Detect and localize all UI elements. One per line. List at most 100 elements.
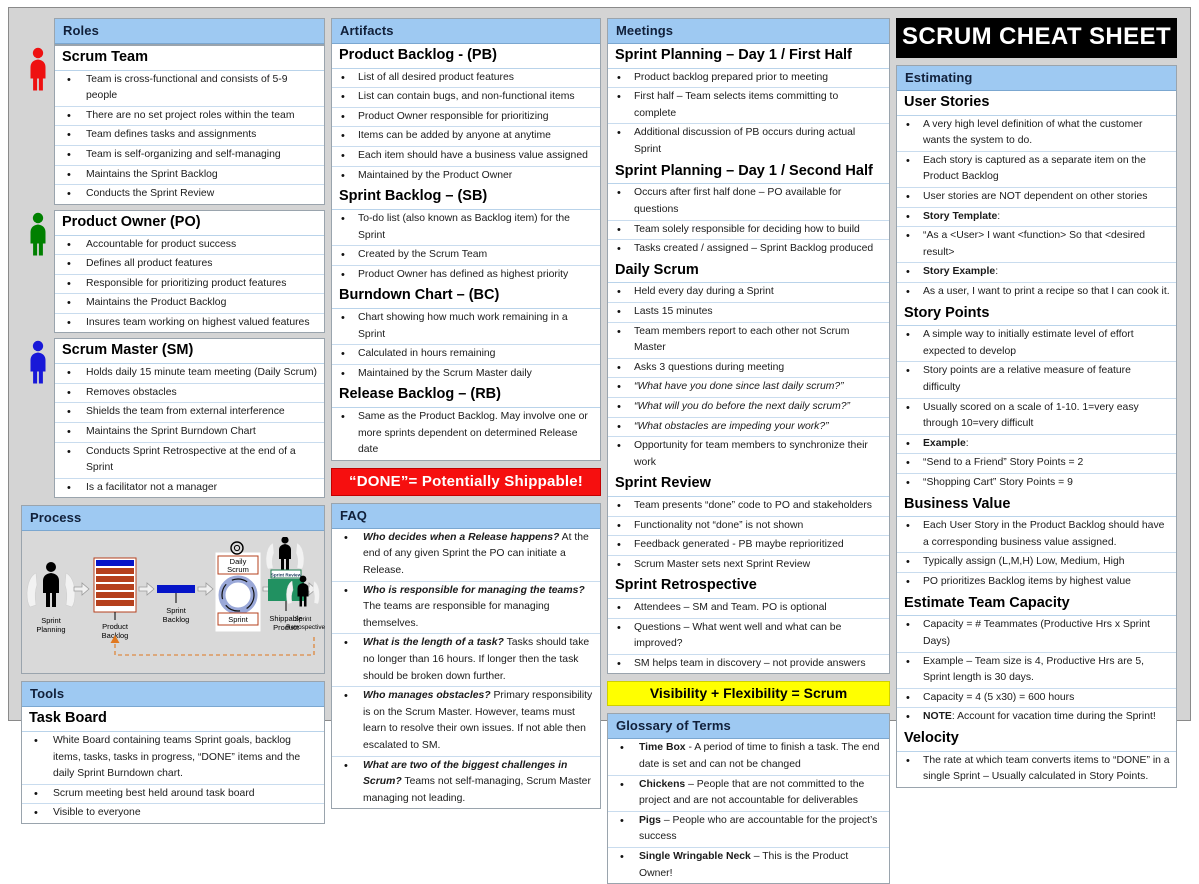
list-item: Who decides when a Release happens? At t… — [332, 528, 600, 582]
section-header-process: Process — [22, 506, 324, 532]
list-item: “Shopping Cart” Story Points = 9 — [897, 474, 1176, 493]
page-title: SCRUM CHEAT SHEET — [896, 18, 1177, 58]
list-item: Team defines tasks and assignments — [55, 126, 324, 147]
bullet-list: Product backlog prepared prior to meetin… — [608, 68, 889, 160]
section-header-estimating: Estimating — [897, 66, 1176, 91]
list-item: List can contain bugs, and non-functiona… — [332, 88, 600, 108]
role-group: Scrum Master (SM)Holds daily 15 minute t… — [21, 338, 325, 499]
bullet-list: A simple way to initially estimate level… — [897, 326, 1176, 493]
role-body: Scrum Master (SM)Holds daily 15 minute t… — [54, 338, 325, 499]
list-item: As a user, I want to print a recipe so t… — [897, 283, 1176, 302]
column-meetings-glossary: Meetings Sprint Planning – Day 1 / First… — [607, 18, 890, 884]
bullet-list: Occurs after first half done – PO availa… — [608, 184, 889, 259]
bullet-list: The rate at which team converts items to… — [897, 751, 1176, 787]
estimating-title-2: Story Points — [897, 301, 1176, 327]
list-item: Who is responsible for managing the team… — [332, 581, 600, 635]
section-header-tools: Tools — [22, 682, 324, 708]
list-item: Team presents “done” code to PO and stak… — [608, 496, 889, 517]
list-item: User stories are NOT dependent on other … — [897, 188, 1176, 208]
list-item: Responsible for prioritizing product fea… — [55, 274, 324, 295]
sprint-retrospective-figure — [286, 575, 320, 607]
list-item: NOTE: Account for vacation time during t… — [897, 708, 1176, 727]
artifact-title-3: Burndown Chart – (BC) — [332, 284, 600, 309]
list-item: Asks 3 questions during meeting — [608, 358, 889, 379]
banner-visibility-flexibility: Visibility + Flexibility = Scrum — [607, 681, 890, 707]
person-icon-blue — [21, 338, 54, 384]
list-item: Items can be added by anyone at anytime — [332, 127, 600, 148]
list-item: Maintained by the Scrum Master daily — [332, 364, 600, 384]
bullet-list: To-do list (also known as Backlog item) … — [332, 209, 600, 285]
bullet-list: Team presents “done” code to PO and stak… — [608, 496, 889, 575]
roles-group-list: Scrum TeamTeam is cross-functional and c… — [21, 45, 325, 499]
list-item: Who manages obstacles? Primary responsib… — [332, 687, 600, 757]
process-label-sprint-backlog: Sprint — [166, 606, 187, 615]
product-backlog-stack — [93, 557, 137, 613]
list-item: Same as the Product Backlog. May involve… — [332, 408, 600, 460]
meetings-section: Meetings Sprint Planning – Day 1 / First… — [607, 18, 890, 675]
bullet-list: Accountable for product successDefines a… — [55, 235, 324, 333]
role-body: Product Owner (PO)Accountable for produc… — [54, 209, 325, 334]
process-flow-svg: Sprint Planning Product Sprint Backlog D… — [26, 537, 317, 656]
artifact-title-1: Product Backlog - (PB) — [332, 44, 600, 69]
bullet-list: A very high level definition of what the… — [897, 115, 1176, 302]
list-item: Typically assign (L,M,H) Low, Medium, Hi… — [897, 553, 1176, 574]
list-item: Pigs – People who are accountable for th… — [608, 811, 889, 848]
list-item: Tasks created / assigned – Sprint Backlo… — [608, 240, 889, 259]
list-item: Held every day during a Sprint — [608, 283, 889, 303]
list-item: Team members report to each other not Sc… — [608, 322, 889, 359]
list-item: The rate at which team converts items to… — [897, 751, 1176, 787]
list-item: Usually scored on a scale of 1-10. 1=ver… — [897, 398, 1176, 435]
list-item: To-do list (also known as Backlog item) … — [332, 209, 600, 247]
subsection-title-1: Scrum Team — [55, 46, 324, 71]
process-label-sprint: Sprint — [228, 615, 249, 624]
sprint-cycle-group: Daily Scrum Sprint — [215, 541, 261, 632]
list-item: Calculated in hours remaining — [332, 345, 600, 365]
bullet-list: Same as the Product Backlog. May involve… — [332, 408, 600, 460]
list-item: Is a facilitator not a manager — [55, 478, 324, 498]
list-item: Team is self-organizing and self-managin… — [55, 146, 324, 166]
list-item: Each story is captured as a separate ite… — [897, 151, 1176, 189]
banner-done-shippable: “DONE”= Potentially Shippable! — [331, 467, 601, 496]
process-diagram: Sprint Planning Product Sprint Backlog D… — [22, 531, 325, 674]
column-artifacts-faq: Artifacts Product Backlog - (PB)List of … — [331, 18, 601, 810]
subsection-title-task-board: Task Board — [22, 707, 324, 732]
process-label-sprint-planning: Sprint — [41, 616, 62, 625]
section-header-faq: FAQ — [332, 503, 600, 529]
list-item: Team is cross-functional and consists of… — [55, 70, 324, 107]
list-item: Visible to everyone — [22, 804, 324, 823]
list-item: Scrum Master sets next Sprint Review — [608, 555, 889, 575]
svg-text:Planning: Planning — [36, 625, 65, 634]
feedback-loop-line — [114, 637, 315, 656]
roles-header-row: Roles — [21, 18, 325, 45]
list-item: Scrum meeting best held around task boar… — [22, 784, 324, 805]
glossary-item-list: Time Box - A period of time to finish a … — [608, 739, 889, 884]
faq-item-list: Who decides when a Release happens? At t… — [332, 528, 600, 809]
list-item: Removes obstacles — [55, 383, 324, 404]
list-item: Lasts 15 minutes — [608, 302, 889, 323]
list-item: Created by the Scrum Team — [332, 246, 600, 266]
estimating-title-3: Business Value — [897, 492, 1176, 518]
list-item: Product backlog prepared prior to meetin… — [608, 68, 889, 89]
subsection-title-2: Product Owner (PO) — [55, 210, 324, 236]
role-group: Scrum TeamTeam is cross-functional and c… — [21, 45, 325, 205]
list-item: Product Owner responsible for prioritizi… — [332, 107, 600, 128]
sprint-retrospective-figure-wrap: Sprint Retrospective — [286, 575, 325, 632]
artifacts-section: Artifacts Product Backlog - (PB)List of … — [331, 18, 601, 461]
list-item: Maintained by the Product Owner — [332, 166, 600, 186]
meetings-group-list: Sprint Planning – Day 1 / First HalfProd… — [608, 44, 889, 674]
list-item: Each item should have a business value a… — [332, 147, 600, 167]
list-item: List of all desired product features — [332, 68, 600, 89]
list-item: “What obstacles are impeding your work?” — [608, 417, 889, 438]
section-header-glossary: Glossary of Terms — [608, 714, 889, 740]
role-body: Scrum TeamTeam is cross-functional and c… — [54, 45, 325, 205]
roles-section: Roles Scrum TeamTeam is cross-functional… — [21, 18, 325, 499]
section-header-artifacts: Artifacts — [332, 19, 600, 44]
estimating-title-4: Estimate Team Capacity — [897, 591, 1176, 617]
list-item: Questions – What went well and what can … — [608, 618, 889, 655]
role-group: Product Owner (PO)Accountable for produc… — [21, 209, 325, 334]
list-item: Team solely responsible for deciding how… — [608, 220, 889, 241]
list-item: Attendees – SM and Team. PO is optional — [608, 599, 889, 619]
cheat-sheet-page: Roles Scrum TeamTeam is cross-functional… — [8, 7, 1191, 884]
bullet-list: Capacity = # Teammates (Productive Hrs x… — [897, 616, 1176, 727]
list-item: Each User Story in the Product Backlog s… — [897, 517, 1176, 554]
